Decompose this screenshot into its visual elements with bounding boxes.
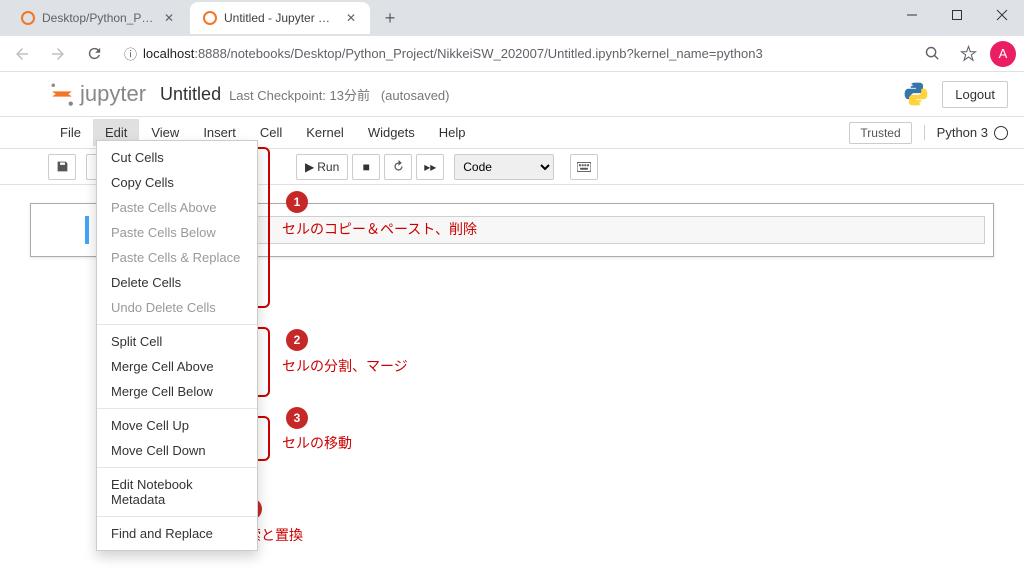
- dd-undo-delete[interactable]: Undo Delete Cells: [97, 295, 257, 320]
- checkpoint-text: Last Checkpoint: 13分前 (autosaved): [229, 85, 449, 104]
- annotation-label-2: セルの分割、マージ: [282, 356, 408, 376]
- close-button[interactable]: [979, 0, 1024, 30]
- address-bar: ⓘ localhost:8888/notebooks/Desktop/Pytho…: [0, 36, 1024, 72]
- maximize-button[interactable]: [934, 0, 979, 30]
- annotation-bracket-2: [258, 327, 270, 397]
- dd-paste-replace[interactable]: Paste Cells & Replace: [97, 245, 257, 270]
- kernel-name: Python 3: [937, 125, 988, 140]
- dd-paste-below[interactable]: Paste Cells Below: [97, 220, 257, 245]
- dd-delete-cells[interactable]: Delete Cells: [97, 270, 257, 295]
- tab-title: Untitled - Jupyter Notebook: [224, 11, 338, 25]
- dd-merge-above[interactable]: Merge Cell Above: [97, 354, 257, 379]
- jupyter-logo-text: jupyter: [80, 81, 146, 107]
- run-button[interactable]: ▶Run: [296, 154, 348, 180]
- browser-tab-bar: Desktop/Python_Project/NikkeiS ✕ Untitle…: [0, 0, 1024, 36]
- dd-cut-cells[interactable]: Cut Cells: [97, 145, 257, 170]
- url-path: :8888/notebooks/Desktop/Python_Project/N…: [194, 46, 762, 61]
- star-icon[interactable]: [954, 40, 982, 68]
- annotation-label-3: セルの移動: [282, 433, 352, 453]
- dd-split-cell[interactable]: Split Cell: [97, 329, 257, 354]
- divider: [97, 467, 257, 468]
- info-icon[interactable]: ⓘ: [124, 44, 137, 63]
- close-icon[interactable]: ✕: [162, 11, 176, 25]
- annotation-badge-1: 1: [286, 191, 308, 213]
- dd-move-down[interactable]: Move Cell Down: [97, 438, 257, 463]
- kernel-indicator[interactable]: Python 3: [924, 125, 1008, 140]
- jupyter-favicon: [20, 10, 36, 26]
- annotation-badge-2: 2: [286, 329, 308, 351]
- divider: [97, 324, 257, 325]
- url-host: localhost: [143, 46, 194, 61]
- annotation-badge-3: 3: [286, 407, 308, 429]
- divider: [97, 408, 257, 409]
- back-button[interactable]: [8, 40, 36, 68]
- dd-copy-cells[interactable]: Copy Cells: [97, 170, 257, 195]
- menu-file[interactable]: File: [48, 119, 93, 146]
- reload-button[interactable]: [80, 40, 108, 68]
- annotation-label-1: セルのコピー＆ペースト、削除: [282, 219, 477, 239]
- annotation-bracket-3: [258, 416, 270, 461]
- restart-button[interactable]: [384, 154, 412, 180]
- divider: [97, 516, 257, 517]
- annotation-bracket-1: [258, 147, 270, 308]
- forward-button[interactable]: [44, 40, 72, 68]
- jupyter-header: jupyter Untitled Last Checkpoint: 13分前 (…: [0, 72, 1024, 117]
- dd-find-replace[interactable]: Find and Replace: [97, 521, 257, 546]
- interrupt-button[interactable]: ■: [352, 154, 380, 180]
- browser-tab[interactable]: Desktop/Python_Project/NikkeiS ✕: [8, 2, 188, 34]
- restart-run-all-button[interactable]: ▸▸: [416, 154, 444, 180]
- new-tab-button[interactable]: +: [376, 4, 404, 32]
- close-icon[interactable]: ✕: [344, 11, 358, 25]
- trusted-indicator[interactable]: Trusted: [849, 122, 911, 144]
- logout-button[interactable]: Logout: [942, 81, 1008, 108]
- save-button[interactable]: [48, 154, 76, 180]
- minimize-button[interactable]: [889, 0, 934, 30]
- notebook-title[interactable]: Untitled: [160, 84, 221, 105]
- python-logo-icon: [902, 80, 930, 108]
- jupyter-icon: [48, 80, 76, 108]
- menu-kernel[interactable]: Kernel: [294, 119, 356, 146]
- dd-merge-below[interactable]: Merge Cell Below: [97, 379, 257, 404]
- dd-edit-metadata[interactable]: Edit Notebook Metadata: [97, 472, 257, 512]
- command-palette-button[interactable]: [570, 154, 598, 180]
- url-box[interactable]: ⓘ localhost:8888/notebooks/Desktop/Pytho…: [116, 44, 910, 63]
- menu-widgets[interactable]: Widgets: [356, 119, 427, 146]
- avatar[interactable]: A: [990, 41, 1016, 67]
- jupyter-logo[interactable]: jupyter: [48, 80, 146, 108]
- cell-type-select[interactable]: Code: [454, 154, 554, 180]
- jupyter-favicon: [202, 10, 218, 26]
- edit-dropdown: Cut Cells Copy Cells Paste Cells Above P…: [96, 140, 258, 551]
- dd-paste-above[interactable]: Paste Cells Above: [97, 195, 257, 220]
- search-icon[interactable]: [918, 40, 946, 68]
- tab-title: Desktop/Python_Project/NikkeiS: [42, 11, 156, 25]
- kernel-status-icon: [994, 126, 1008, 140]
- browser-tab-active[interactable]: Untitled - Jupyter Notebook ✕: [190, 2, 370, 34]
- dd-move-up[interactable]: Move Cell Up: [97, 413, 257, 438]
- menu-help[interactable]: Help: [427, 119, 478, 146]
